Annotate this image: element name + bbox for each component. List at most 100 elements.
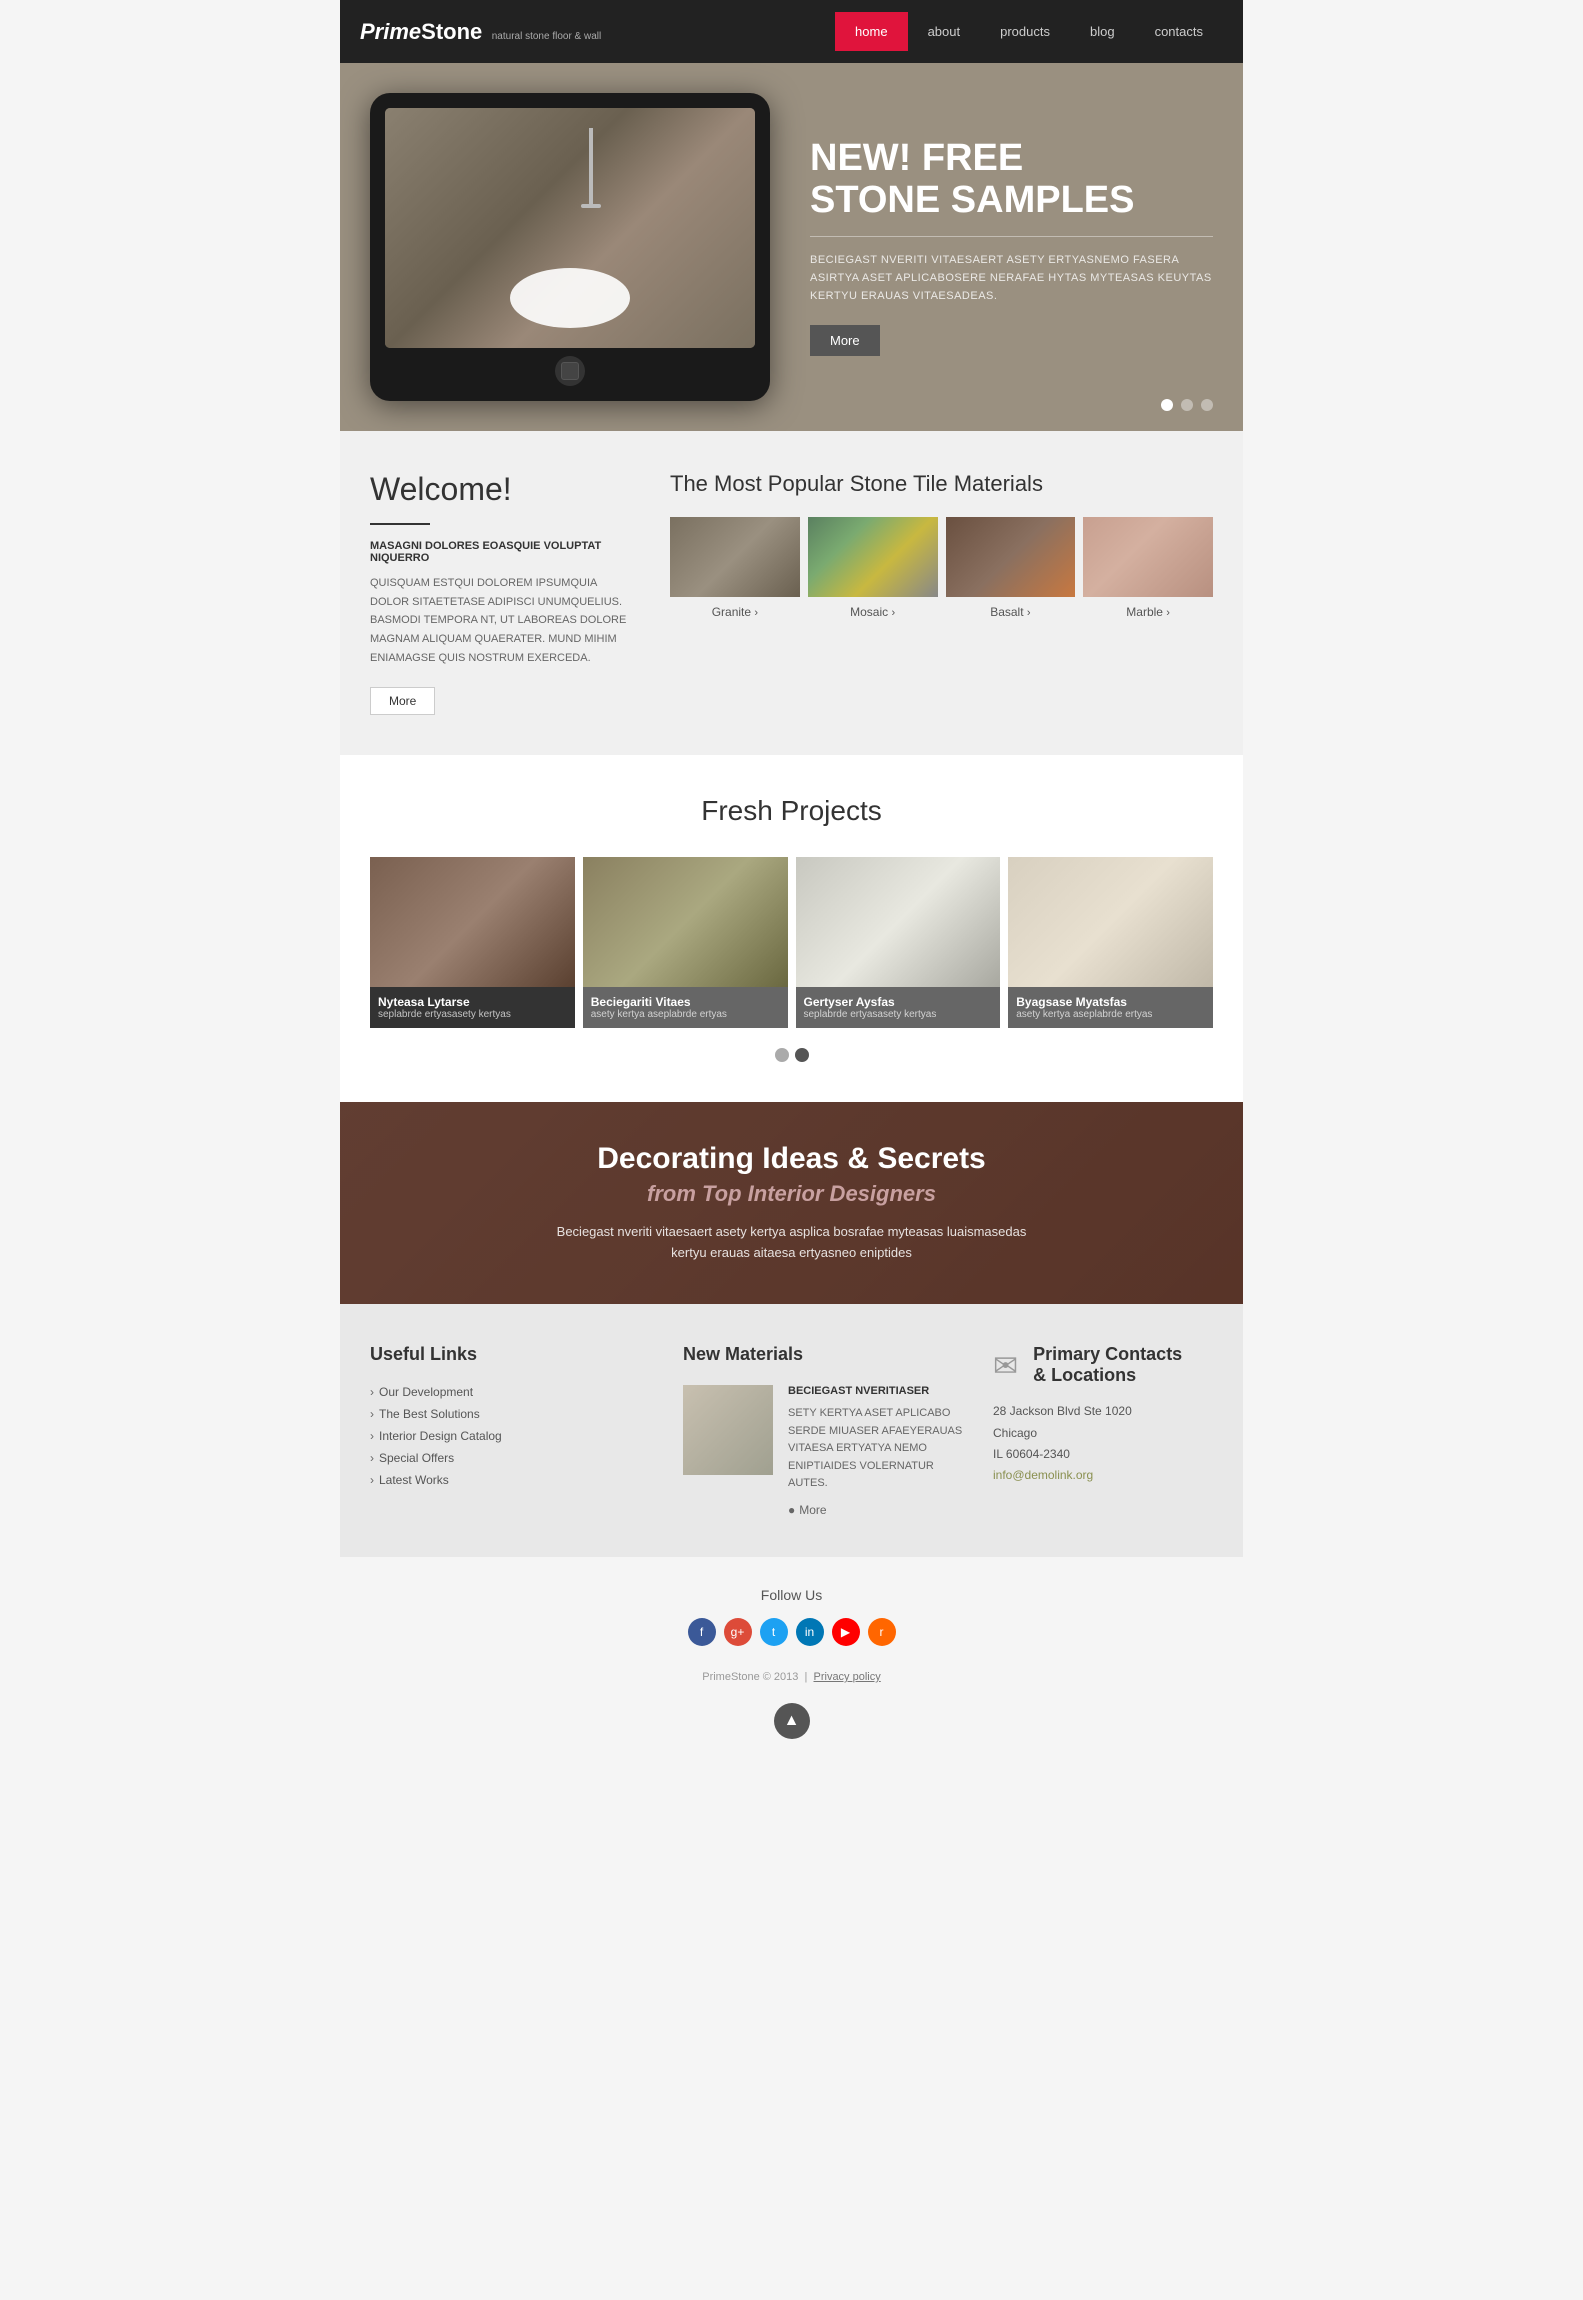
link-interior-catalog[interactable]: Interior Design Catalog [370,1429,653,1443]
nav-blog[interactable]: blog [1070,12,1135,51]
nav-home[interactable]: home [835,12,908,51]
mosaic-label[interactable]: Mosaic › [808,605,938,619]
welcome-subtitle: MASAGNI DOLORES EOASQUIE VOLUPTAT NIQUER… [370,540,630,564]
deco-title: Decorating Ideas & Secrets [597,1142,986,1176]
project-2-image [583,857,788,987]
sink-decoration [510,268,630,328]
scroll-up-arrow: ▲ [784,1712,800,1730]
welcome-more-button[interactable]: More [370,687,435,715]
contacts-address-block: 28 Jackson Blvd Ste 1020ChicagoIL 60604-… [993,1401,1213,1484]
faucet-decoration [589,128,593,208]
footer-bottom: Follow Us f g+ t in ▶ r PrimeStone © 201… [340,1557,1243,1769]
mosaic-image [808,517,938,597]
project-1[interactable]: Nyteasa Lytarse seplabrde ertyasasety ke… [370,857,575,1028]
deco-banner: Decorating Ideas & Secrets from Top Inte… [340,1102,1243,1304]
tablet-image [385,108,755,348]
social-icons-row: f g+ t in ▶ r [370,1618,1213,1646]
hero-dot-1[interactable] [1161,399,1173,411]
deco-description: Beciegast nveriti vitaesaert asety kerty… [542,1222,1042,1264]
link-our-development[interactable]: Our Development [370,1385,653,1399]
circle-icon: ● [788,1503,795,1517]
hero-more-button[interactable]: More [810,325,880,356]
link-special-offers[interactable]: Special Offers [370,1451,653,1465]
hero-dot-3[interactable] [1201,399,1213,411]
materials-grid: Granite › Mosaic › Basalt › Marble › [670,517,1213,619]
project-2-name: Beciegariti Vitaes [591,995,780,1009]
project-pagination [370,1048,1213,1062]
footer-new-materials: New Materials BECIEGAST NVERITIASER SETY… [683,1344,963,1517]
link-best-solutions[interactable]: The Best Solutions [370,1407,653,1421]
twitter-icon[interactable]: t [760,1618,788,1646]
google-plus-icon[interactable]: g+ [724,1618,752,1646]
privacy-policy-link[interactable]: Privacy policy [814,1671,881,1683]
project-1-desc: seplabrde ertyasasety kertyas [378,1009,567,1020]
project-3-overlay: Gertyser Aysfas seplabrde ertyasasety ke… [796,987,1001,1028]
proj-dot-1[interactable] [775,1048,789,1062]
contacts-title: Primary Contacts [1033,1344,1182,1365]
linkedin-icon[interactable]: in [796,1618,824,1646]
project-4-overlay: Byagsase Myatsfas asety kertya aseplabrd… [1008,987,1213,1028]
projects-title: Fresh Projects [370,795,1213,827]
granite-image [670,517,800,597]
link-latest-works[interactable]: Latest Works [370,1473,653,1487]
project-1-overlay: Nyteasa Lytarse seplabrde ertyasasety ke… [370,987,575,1028]
contacts-header: ✉ Primary Contacts & Locations [993,1344,1213,1386]
footer-top: Useful Links Our Development The Best So… [340,1304,1243,1557]
materials-title: The Most Popular Stone Tile Materials [670,471,1213,497]
hero-content: NEW! FREE STONE SAMPLES BECIEGAST NVERIT… [770,138,1213,356]
project-3-name: Gertyser Aysfas [804,995,993,1009]
proj-dot-2[interactable] [795,1048,809,1062]
hero-section: NEW! FREE STONE SAMPLES BECIEGAST NVERIT… [340,63,1243,431]
marble-label[interactable]: Marble › [1083,605,1213,619]
marble-image [1083,517,1213,597]
project-3-image [796,857,1001,987]
hero-dots [1161,399,1213,411]
project-4[interactable]: Byagsase Myatsfas asety kertya aseplabrd… [1008,857,1213,1028]
logo-subtitle: natural stone floor & wall [492,31,602,42]
youtube-icon[interactable]: ▶ [832,1618,860,1646]
logo: PrimeStone [360,19,482,44]
new-materials-more[interactable]: ● More [788,1503,963,1517]
useful-links-list: Our Development The Best Solutions Inter… [370,1385,653,1487]
footer-useful-links: Useful Links Our Development The Best So… [370,1344,653,1517]
basalt-image [946,517,1076,597]
project-2-desc: asety kertya aseplabrde ertyas [591,1009,780,1020]
nav-about[interactable]: about [908,12,981,51]
project-1-image [370,857,575,987]
stair-image [683,1385,773,1475]
project-2[interactable]: Beciegariti Vitaes asety kertya aseplabr… [583,857,788,1028]
main-nav: home about products blog contacts [835,12,1223,51]
contacts-email[interactable]: info@demolink.org [993,1468,1093,1482]
new-materials-content: BECIEGAST NVERITIASER SETY KERTYA ASET A… [683,1385,963,1517]
scroll-to-top-button[interactable]: ▲ [774,1703,810,1739]
material-basalt: Basalt › [946,517,1076,619]
project-3-desc: seplabrde ertyasasety kertyas [804,1009,993,1020]
facebook-icon[interactable]: f [688,1618,716,1646]
hero-dot-2[interactable] [1181,399,1193,411]
nav-contacts[interactable]: contacts [1135,12,1223,51]
hero-title: NEW! FREE STONE SAMPLES [810,138,1213,222]
granite-label[interactable]: Granite › [670,605,800,619]
tablet-home-inner [561,362,579,380]
tablet-screen [385,108,755,348]
hero-badge: NEW! FREE [810,137,1023,179]
new-materials-title: New Materials [683,1344,963,1365]
nav-products[interactable]: products [980,12,1070,51]
rss-icon[interactable]: r [868,1618,896,1646]
projects-section: Fresh Projects Nyteasa Lytarse seplabrde… [340,755,1243,1102]
useful-links-title: Useful Links [370,1344,653,1365]
new-materials-subtitle: BECIEGAST NVERITIASER [788,1385,963,1397]
project-3[interactable]: Gertyser Aysfas seplabrde ertyasasety ke… [796,857,1001,1028]
basalt-label[interactable]: Basalt › [946,605,1076,619]
project-4-name: Byagsase Myatsfas [1016,995,1205,1009]
contacts-title-area: Primary Contacts & Locations [1033,1344,1182,1386]
tablet-home-button [555,356,585,386]
materials-right: The Most Popular Stone Tile Materials Gr… [670,471,1213,715]
project-4-image [1008,857,1213,987]
contacts-address: 28 Jackson Blvd Ste 1020ChicagoIL 60604-… [993,1401,1213,1466]
follow-us-title: Follow Us [370,1587,1213,1603]
deco-subtitle: from Top Interior Designers [647,1181,936,1207]
material-marble: Marble › [1083,517,1213,619]
copyright-text: PrimeStone © 2013 [702,1671,798,1683]
project-1-name: Nyteasa Lytarse [378,995,567,1009]
